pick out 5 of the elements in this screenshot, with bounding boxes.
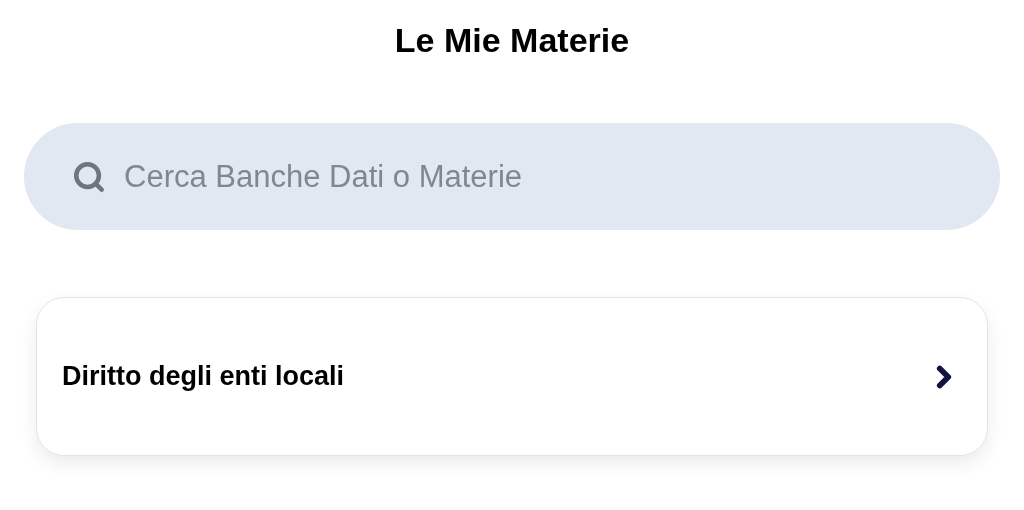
subject-card[interactable]: Diritto degli enti locali xyxy=(36,297,988,456)
search-icon xyxy=(72,160,106,194)
search-field[interactable]: Cerca Banche Dati o Materie xyxy=(24,123,1000,230)
subject-name: Diritto degli enti locali xyxy=(62,360,345,394)
page-title: Le Mie Materie xyxy=(394,20,630,61)
